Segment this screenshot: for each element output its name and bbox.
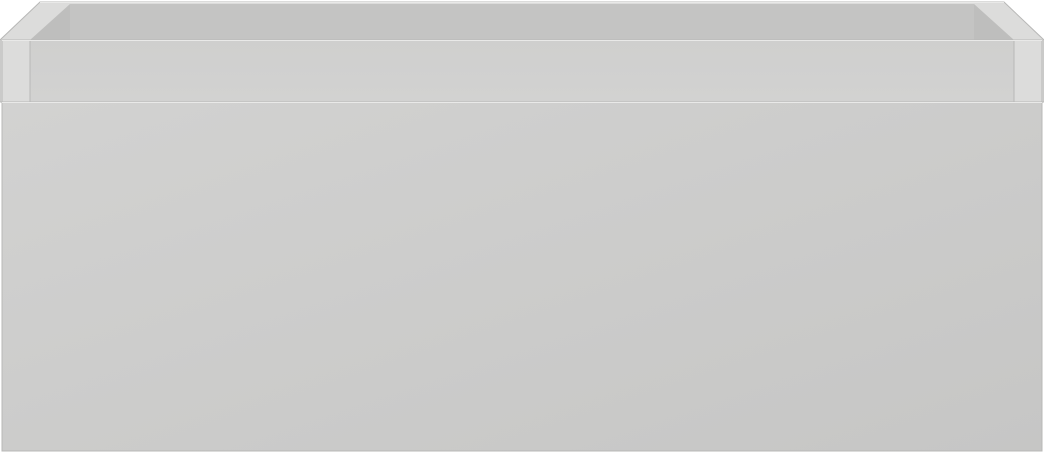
drawer-inner-back [70, 4, 974, 40]
drawer-right-post [1013, 39, 1043, 103]
drawer-inner-rail [29, 39, 1015, 103]
drawer-unit-illustration [0, 1, 1044, 452]
drawer-unit-render [0, 0, 1044, 453]
drawer-front-panel[interactable] [1, 101, 1043, 452]
drawer-left-post [1, 39, 31, 103]
